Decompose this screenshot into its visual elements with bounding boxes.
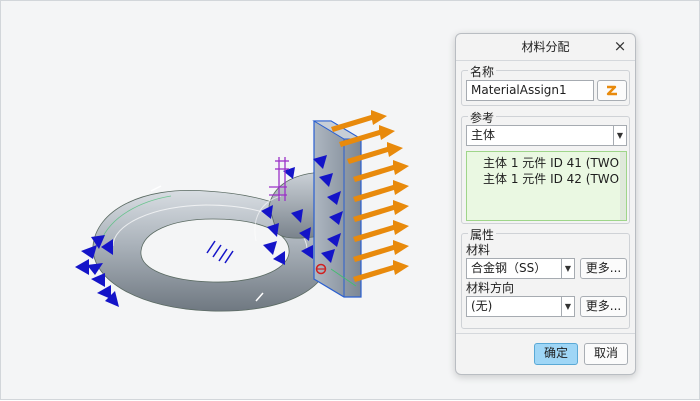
title-separator	[456, 60, 635, 61]
material-assign-dialog[interactable]: 材料分配 × 名称 MaterialAssign1 参考 主体 ▼ 主体 1 元…	[455, 33, 636, 375]
material-select[interactable]: 合金钢（SS）	[466, 258, 562, 279]
cancel-button[interactable]: 取消	[584, 343, 628, 365]
dialog-title: 材料分配	[521, 40, 570, 54]
chevron-down-icon[interactable]: ▼	[561, 258, 575, 279]
close-icon[interactable]: ×	[611, 37, 629, 55]
reference-list-scrollbar[interactable]	[620, 152, 626, 220]
list-item[interactable]: 主体 1 元件 ID 42 (TWORIN	[483, 170, 626, 187]
mounting-plate[interactable]	[312, 120, 363, 298]
chevron-down-icon[interactable]: ▼	[561, 296, 575, 317]
material-more-button[interactable]: 更多...	[580, 258, 627, 279]
orientation-more-button[interactable]: 更多...	[580, 296, 627, 317]
material-label: 材料	[466, 243, 491, 257]
footer-separator	[456, 333, 635, 334]
list-item[interactable]: 主体 1 元件 ID 41 (TWORIN	[483, 154, 626, 171]
ok-button[interactable]: 确定	[534, 343, 578, 365]
name-label: 名称	[468, 63, 497, 80]
name-picker-button[interactable]	[597, 80, 627, 101]
reference-label: 参考	[468, 109, 497, 126]
orientation-label: 材料方向	[466, 281, 515, 295]
sketch-pencil-icon	[606, 85, 617, 96]
chevron-down-icon[interactable]: ▼	[613, 125, 627, 146]
reference-type-select[interactable]: 主体	[466, 125, 614, 146]
name-input[interactable]: MaterialAssign1	[466, 80, 594, 101]
orientation-select[interactable]: (无)	[466, 296, 562, 317]
reference-list[interactable]: 主体 1 元件 ID 41 (TWORIN 主体 1 元件 ID 42 (TWO…	[466, 151, 627, 221]
gap-marker-icon	[206, 240, 234, 264]
coordinate-marker-icon	[269, 157, 289, 201]
